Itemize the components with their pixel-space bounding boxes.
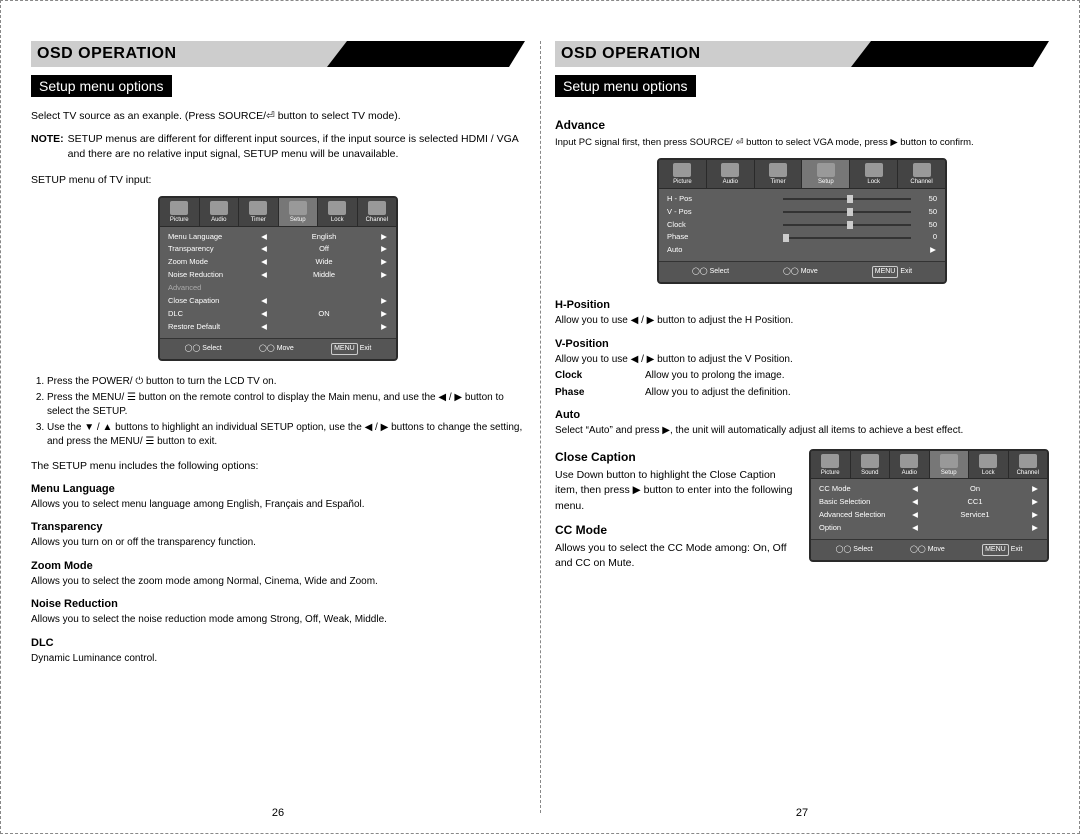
page-right: OSD OPERATION Setup menu options Advance… (555, 41, 1049, 813)
phase-label: Phase (555, 386, 645, 401)
osd-tab-setup: Setup (279, 198, 319, 226)
option-heading: Zoom Mode (31, 559, 525, 575)
osd-row: V - Pos50 (667, 206, 937, 219)
osd-tab-lock: Lock (318, 198, 358, 226)
osd-tab-setup: Setup (930, 451, 970, 479)
osd-tab-timer: Timer (755, 160, 803, 188)
osd-row: DLC◀ON▶ (168, 308, 388, 321)
osd-row: Advanced Selection◀Service1▶ (819, 509, 1039, 522)
osd-row: CC Mode◀On▶ (819, 483, 1039, 496)
section-banner: OSD OPERATION (555, 41, 1049, 67)
option-desc: Allows you turn on or off the transparen… (31, 536, 525, 551)
page-left: OSD OPERATION Setup menu options Select … (31, 41, 525, 813)
section-banner: OSD OPERATION (31, 41, 525, 67)
cc-mode-desc: Allows you to select the CC Mode among: … (555, 541, 797, 571)
osd-foot-move: ◯◯Move (259, 343, 294, 355)
close-caption-desc: Use Down button to highlight the Close C… (555, 468, 797, 514)
section-subtitle: Setup menu options (555, 75, 696, 97)
banner-title: OSD OPERATION (555, 41, 851, 67)
osd-tab-lock: Lock (850, 160, 898, 188)
page-divider (540, 41, 541, 813)
osd-row: H - Pos50 (667, 193, 937, 206)
option-heading: Transparency (31, 520, 525, 536)
osd-row: Clock50 (667, 219, 937, 232)
clock-desc: Allow you to prolong the image. (645, 369, 1049, 384)
page-number: 26 (31, 807, 525, 819)
osd-foot-select: ◯◯Select (185, 343, 222, 355)
close-caption-heading: Close Caption (555, 449, 797, 466)
osd-row: Transparency◀Off▶ (168, 243, 388, 256)
osd-row: Option◀▶ (819, 522, 1039, 535)
osd-tab-picture: Picture (811, 451, 851, 479)
osd-row: Basic Selection◀CC1▶ (819, 496, 1039, 509)
option-desc: Dynamic Luminance control. (31, 652, 525, 667)
osd-tab-channel: Channel (1009, 451, 1048, 479)
osd-tab-sound: Sound (851, 451, 891, 479)
osd-row: Close Capation◀▶ (168, 295, 388, 308)
option-desc: Allows you to select the zoom mode among… (31, 575, 525, 590)
cc-mode-heading: CC Mode (555, 522, 797, 539)
osd-foot-exit: MENU Exit (331, 343, 371, 355)
manual-spread: OSD OPERATION Setup menu options Select … (0, 0, 1080, 834)
osd-row: Advanced (168, 282, 388, 295)
osd-tab-audio: Audio (890, 451, 930, 479)
osd-row: Auto▶ (667, 244, 937, 257)
osd-row: Zoom Mode◀Wide▶ (168, 256, 388, 269)
osd-tab-lock: Lock (969, 451, 1009, 479)
osd-row: Noise Reduction◀Middle▶ (168, 269, 388, 282)
osd-row: Menu Language◀English▶ (168, 231, 388, 244)
banner-title: OSD OPERATION (31, 41, 327, 67)
option-heading: DLC (31, 636, 525, 652)
note-block: NOTE: SETUP menus are different for diff… (31, 132, 525, 162)
option-heading: Noise Reduction (31, 597, 525, 613)
instruction-step: Press the MENU/ ☰ button on the remote c… (47, 391, 525, 419)
auto-heading: Auto (555, 408, 1049, 424)
instruction-list: Press the POWER/ ⏻ button to turn the LC… (31, 375, 525, 449)
option-heading: Menu Language (31, 482, 525, 498)
phase-desc: Allow you to adjust the definition. (645, 386, 1049, 401)
osd-screenshot-setup: PictureAudioTimerSetupLockChannel Menu L… (158, 196, 398, 361)
osd-tab-picture: Picture (160, 198, 200, 226)
osd-tab-audio: Audio (707, 160, 755, 188)
osd-screenshot-cc: PictureSoundAudioSetupLockChannel CC Mod… (809, 449, 1049, 562)
vpos-desc: Allow you to use ◀ / ▶ button to adjust … (555, 353, 1049, 368)
instruction-step: Use the ▼ / ▲ buttons to highlight an in… (47, 421, 525, 449)
note-text: SETUP menus are different for different … (68, 132, 525, 162)
option-desc: Allows you to select the noise reduction… (31, 613, 525, 628)
osd-tab-audio: Audio (200, 198, 240, 226)
osd-tab-setup: Setup (802, 160, 850, 188)
osd-tab-channel: Channel (898, 160, 945, 188)
osd-tab-channel: Channel (358, 198, 397, 226)
note-label: NOTE: (31, 132, 64, 162)
osd-row: Restore Default◀▶ (168, 321, 388, 334)
hpos-desc: Allow you to use ◀ / ▶ button to adjust … (555, 314, 1049, 329)
instruction-step: Press the POWER/ ⏻ button to turn the LC… (47, 375, 525, 389)
includes-text: The SETUP menu includes the following op… (31, 459, 525, 474)
hpos-heading: H-Position (555, 298, 1049, 314)
osd-row: Phase0 (667, 231, 937, 244)
osd-tab-picture: Picture (659, 160, 707, 188)
intro-text: Select TV source as an exanple. (Press S… (31, 109, 525, 124)
vpos-heading: V-Position (555, 337, 1049, 353)
osd-tab-timer: Timer (239, 198, 279, 226)
clock-label: Clock (555, 369, 645, 384)
advance-intro: Input PC signal first, then press SOURCE… (555, 136, 1049, 150)
osd-caption: SETUP menu of TV input: (31, 173, 525, 188)
advance-heading: Advance (555, 117, 1049, 134)
option-desc: Allows you to select menu language among… (31, 498, 525, 513)
section-subtitle: Setup menu options (31, 75, 172, 97)
osd-screenshot-advance: PictureAudioTimerSetupLockChannel H - Po… (657, 158, 947, 284)
auto-desc: Select “Auto” and press ▶, the unit will… (555, 424, 1049, 439)
page-number: 27 (555, 807, 1049, 819)
